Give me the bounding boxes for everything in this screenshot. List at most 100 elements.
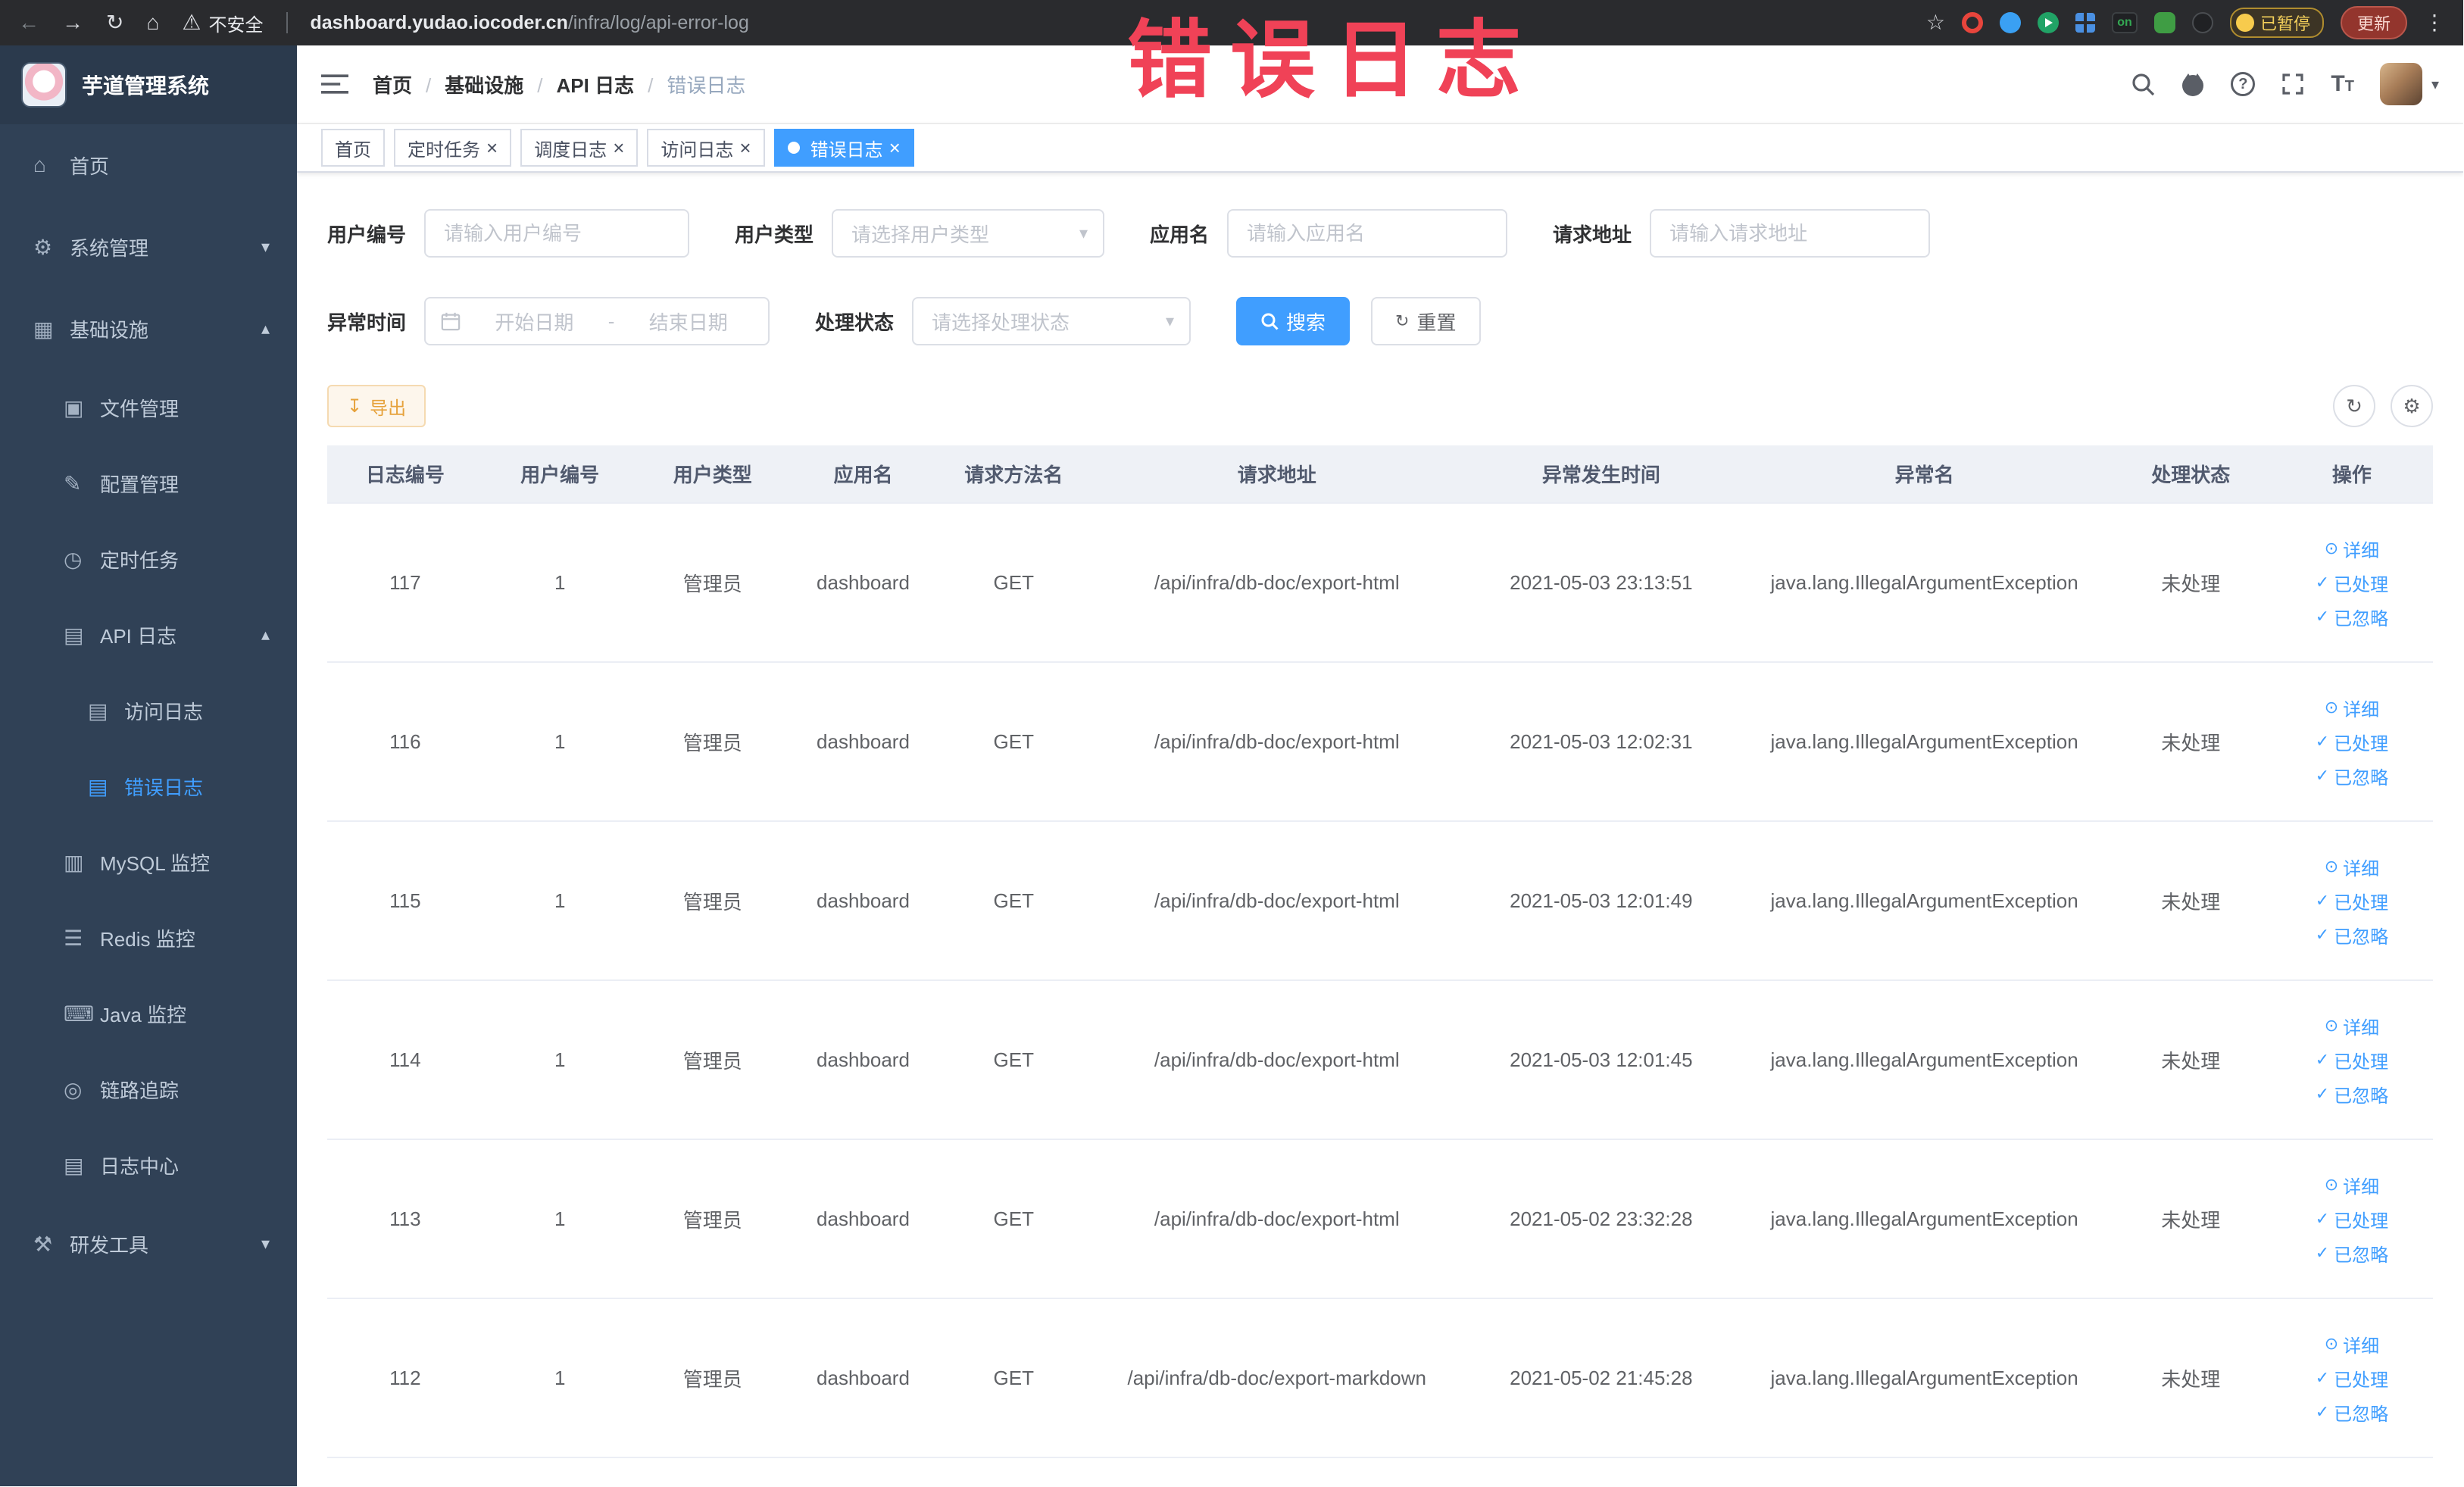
processed-link[interactable]: ✓ 已处理 xyxy=(2316,570,2388,596)
github-icon[interactable] xyxy=(2181,72,2205,96)
date-range-picker[interactable]: 开始日期 - 结束日期 xyxy=(424,297,770,345)
font-size-icon[interactable]: TT xyxy=(2331,71,2354,97)
sidebar-item-redis-monitor[interactable]: ☰ Redis 监控 xyxy=(0,900,297,976)
close-icon[interactable]: × xyxy=(739,138,751,158)
cell-actions: ⊙ 详细 ✓ 已处理 ✓ 已忽略 xyxy=(2270,503,2433,663)
back-icon[interactable]: ← xyxy=(18,12,39,33)
breadcrumb-api-logs[interactable]: API 日志 xyxy=(557,70,667,98)
breadcrumb-home[interactable]: 首页 xyxy=(373,70,445,98)
reload-icon[interactable]: ↻ xyxy=(106,12,123,33)
extension-leaf-icon[interactable] xyxy=(2153,12,2175,33)
cell-app-name: dashboard xyxy=(788,662,938,822)
extension-drop-icon[interactable] xyxy=(1999,12,2021,33)
col-header-method: 请求方法名 xyxy=(938,445,1090,504)
sidebar-item-log-center[interactable]: ▤ 日志中心 xyxy=(0,1127,297,1203)
sidebar-item-access-log[interactable]: ▤ 访问日志 xyxy=(0,673,297,748)
cell-app-name: dashboard xyxy=(788,1298,938,1458)
ignored-link[interactable]: ✓ 已忽略 xyxy=(2316,922,2388,948)
bookmark-star-icon[interactable]: ☆ xyxy=(1926,12,1945,33)
reset-button[interactable]: ↻ 重置 xyxy=(1371,297,1481,345)
sidebar-item-infrastructure[interactable]: ▦ 基础设施 ▴ xyxy=(0,288,297,370)
tab-home[interactable]: 首页 xyxy=(321,129,385,167)
cell-exception-time: 2021-05-03 12:02:31 xyxy=(1464,662,1738,822)
app-name-input[interactable] xyxy=(1227,209,1508,258)
export-button[interactable]: ↧ 导出 xyxy=(327,385,426,427)
sidebar-item-file-mgmt[interactable]: ▣ 文件管理 xyxy=(0,370,297,445)
user-id-input[interactable] xyxy=(424,209,690,258)
close-icon[interactable]: × xyxy=(486,138,498,158)
extension-play-icon[interactable] xyxy=(2037,12,2059,33)
extension-puzzle-icon[interactable] xyxy=(2191,12,2213,33)
sidebar-item-scheduled-tasks[interactable]: ◷ 定时任务 xyxy=(0,521,297,597)
extension-grid-icon[interactable] xyxy=(2075,13,2095,33)
tab-error-log[interactable]: 错误日志 × xyxy=(773,129,914,167)
extension-record-icon[interactable] xyxy=(1961,12,1983,33)
processed-link[interactable]: ✓ 已处理 xyxy=(2316,1047,2388,1073)
cell-status: 未处理 xyxy=(2110,662,2271,822)
fullscreen-icon[interactable] xyxy=(2281,72,2305,96)
cell-method: GET xyxy=(938,821,1090,981)
extension-on-badge[interactable]: on xyxy=(2111,12,2138,33)
browser-menu-dots-icon[interactable]: ⋮ xyxy=(2424,12,2445,33)
detail-link[interactable]: ⊙ 详细 xyxy=(2325,1331,2379,1357)
detail-link[interactable]: ⊙ 详细 xyxy=(2325,854,2379,880)
user-menu[interactable]: ▾ xyxy=(2379,63,2439,105)
cell-method: GET xyxy=(938,503,1090,663)
tab-access-log[interactable]: 访问日志 × xyxy=(647,129,765,167)
ignored-link[interactable]: ✓ 已忽略 xyxy=(2316,604,2388,630)
tab-scheduled-tasks[interactable]: 定时任务 × xyxy=(394,129,512,167)
user-type-label: 用户类型 xyxy=(735,223,814,246)
help-icon[interactable]: ? xyxy=(2231,72,2256,96)
sidebar-item-system-mgmt[interactable]: ⚙ 系统管理 ▾ xyxy=(0,206,297,288)
document-icon: ▤ xyxy=(88,698,108,723)
paused-badge[interactable]: 已暂停 xyxy=(2229,8,2324,38)
refresh-button[interactable]: ↻ xyxy=(2333,385,2375,427)
browser-home-icon[interactable]: ⌂ xyxy=(146,12,159,33)
update-button[interactable]: 更新 xyxy=(2340,6,2407,39)
sidebar-item-api-logs[interactable]: ▤ API 日志 ▴ xyxy=(0,597,297,673)
tab-dispatch-log[interactable]: 调度日志 × xyxy=(520,129,639,167)
search-button[interactable]: 搜索 xyxy=(1236,297,1351,345)
cell-request-url: /api/infra/db-doc/export-html xyxy=(1089,821,1465,981)
url-bar[interactable]: dashboard.yudao.iocoder.cn/infra/log/api… xyxy=(311,12,749,34)
filter-user-type: 用户类型 请选择用户类型 ▾ xyxy=(735,209,1105,258)
security-chip[interactable]: ⚠ 不安全 xyxy=(182,10,263,36)
eye-icon: ⊙ xyxy=(2324,1016,2339,1035)
ignored-link[interactable]: ✓ 已忽略 xyxy=(2316,1399,2388,1426)
sidebar-item-java-monitor[interactable]: ⌨ Java 监控 xyxy=(0,976,297,1051)
forward-icon[interactable]: → xyxy=(62,12,83,33)
sidebar-item-error-log[interactable]: ▤ 错误日志 xyxy=(0,748,297,824)
search-icon[interactable] xyxy=(2131,72,2155,96)
close-icon[interactable]: × xyxy=(889,138,901,158)
breadcrumb-infrastructure[interactable]: 基础设施 xyxy=(445,70,556,98)
user-type-select[interactable]: 请选择用户类型 ▾ xyxy=(832,209,1105,258)
processed-link[interactable]: ✓ 已处理 xyxy=(2316,1206,2388,1232)
ignored-link[interactable]: ✓ 已忽略 xyxy=(2316,763,2388,789)
sidebar-item-home[interactable]: ⌂ 首页 xyxy=(0,124,297,206)
sidebar-item-mysql-monitor[interactable]: ▥ MySQL 监控 xyxy=(0,824,297,900)
processed-link[interactable]: ✓ 已处理 xyxy=(2316,1365,2388,1392)
processed-link[interactable]: ✓ 已处理 xyxy=(2316,729,2388,755)
request-url-input[interactable] xyxy=(1650,209,1931,258)
process-status-select[interactable]: 请选择处理状态 ▾ xyxy=(912,297,1191,345)
sidebar-item-dev-tools[interactable]: ⚒ 研发工具 ▾ xyxy=(0,1203,297,1285)
monitor-icon: ▥ xyxy=(64,850,84,874)
export-button-label: 导出 xyxy=(370,398,407,419)
ignored-link[interactable]: ✓ 已忽略 xyxy=(2316,1081,2388,1107)
detail-link[interactable]: ⊙ 详细 xyxy=(2325,536,2379,562)
processed-link[interactable]: ✓ 已处理 xyxy=(2316,888,2388,914)
column-settings-button[interactable]: ⚙ xyxy=(2391,385,2433,427)
sidebar-item-tracing[interactable]: ◎ 链路追踪 xyxy=(0,1051,297,1127)
keyboard-icon: ⌨ xyxy=(64,1001,95,1026)
logo-area[interactable]: 芋道管理系统 xyxy=(0,45,297,124)
ignored-link[interactable]: ✓ 已忽略 xyxy=(2316,1240,2388,1267)
close-icon[interactable]: × xyxy=(613,138,624,158)
detail-link[interactable]: ⊙ 详细 xyxy=(2325,1172,2379,1198)
detail-link[interactable]: ⊙ 详细 xyxy=(2325,1013,2379,1039)
app-name-label: 应用名 xyxy=(1150,223,1210,246)
detail-link[interactable]: ⊙ 详细 xyxy=(2325,695,2379,721)
user-id-label: 用户编号 xyxy=(327,223,407,246)
cell-exception-time: 2021-05-02 23:32:28 xyxy=(1464,1139,1738,1299)
hamburger-icon[interactable] xyxy=(321,73,348,95)
sidebar-item-config-mgmt[interactable]: ✎ 配置管理 xyxy=(0,445,297,521)
